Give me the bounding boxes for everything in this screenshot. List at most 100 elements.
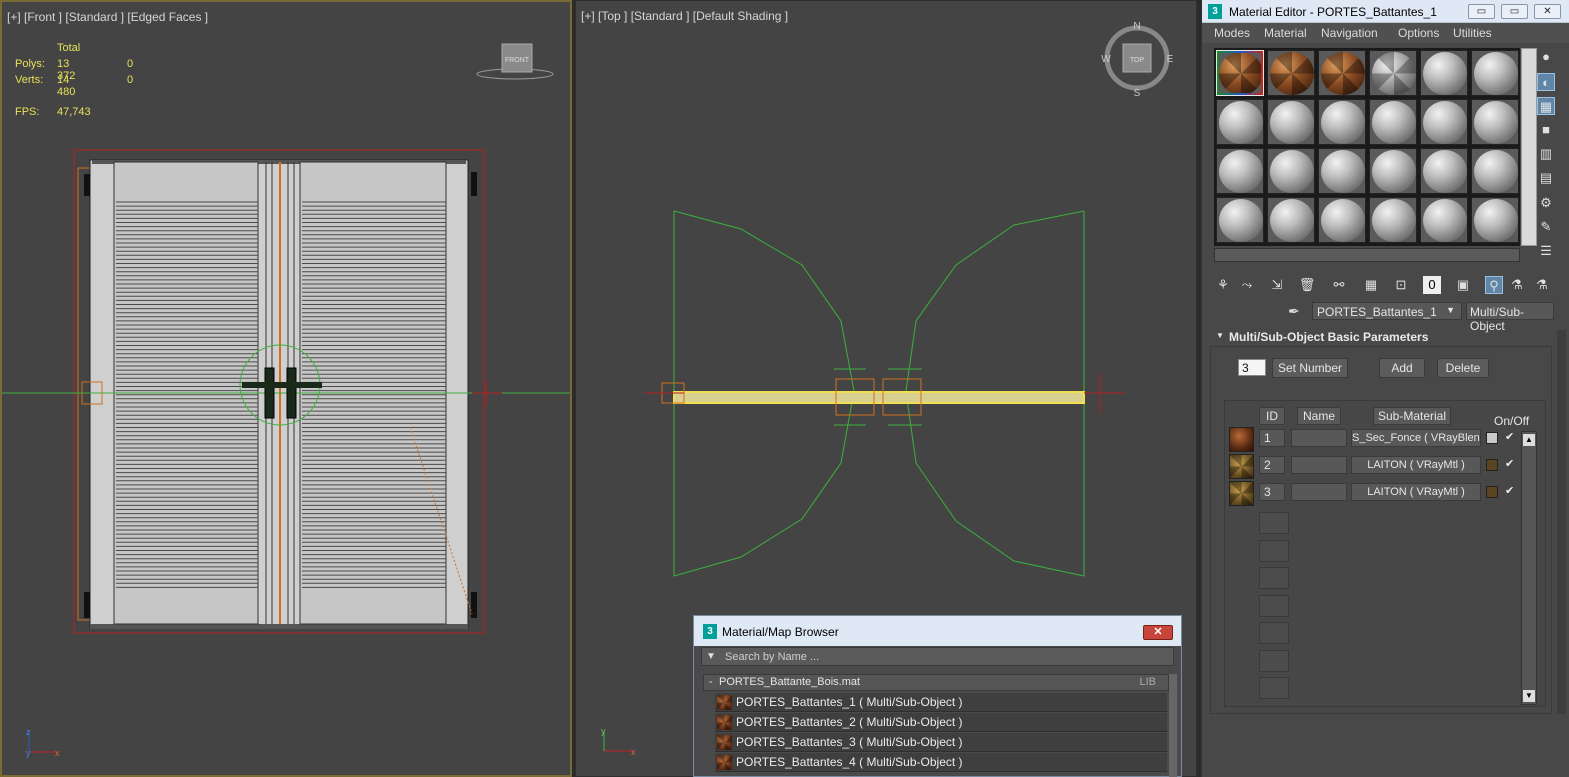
- make-unique-icon[interactable]: ⚯: [1330, 276, 1348, 294]
- library-group-header[interactable]: - PORTES_Battante_Bois.mat LIB: [703, 674, 1169, 691]
- sub-material-name-field[interactable]: [1291, 429, 1347, 447]
- material-slot[interactable]: [1471, 50, 1519, 96]
- assign-to-selection-icon[interactable]: ⇲: [1268, 276, 1286, 294]
- sub-material-enable-checkbox[interactable]: ✔: [1505, 458, 1517, 470]
- background-icon[interactable]: ▦: [1537, 97, 1555, 115]
- sub-material-enable-checkbox[interactable]: ✔: [1505, 431, 1517, 443]
- go-forward-sibling-icon[interactable]: ⚗: [1533, 276, 1551, 294]
- sample-type-icon[interactable]: ●: [1537, 48, 1555, 66]
- sub-material-swatch[interactable]: [1229, 454, 1254, 479]
- material-slot[interactable]: [1369, 99, 1417, 145]
- reset-map-icon[interactable]: 🗑: [1298, 276, 1316, 294]
- sort-by-id-button[interactable]: ID: [1259, 407, 1285, 425]
- add-button[interactable]: Add: [1379, 358, 1425, 378]
- menu-options[interactable]: Options: [1398, 26, 1439, 40]
- editor-scrollbar[interactable]: [1557, 330, 1566, 714]
- library-material-item[interactable]: PORTES_Battantes_1 ( Multi/Sub-Object ): [715, 693, 1167, 712]
- material-slot[interactable]: [1267, 197, 1315, 243]
- search-options-icon[interactable]: ▼: [706, 651, 716, 662]
- show-end-result-icon[interactable]: ⚲: [1485, 276, 1503, 294]
- minimize-button[interactable]: ▭: [1468, 4, 1495, 19]
- material-name-field[interactable]: PORTES_Battantes_1 ▼: [1312, 302, 1462, 320]
- browser-scrollbar[interactable]: [1169, 674, 1177, 777]
- menu-modes[interactable]: Modes: [1214, 26, 1250, 40]
- sub-material-enable-checkbox[interactable]: ✔: [1505, 485, 1517, 497]
- select-by-material-icon[interactable]: ✎: [1537, 218, 1555, 236]
- material-editor-titlebar[interactable]: 3 Material Editor - PORTES_Battantes_1 ▭…: [1202, 0, 1569, 23]
- material-slot[interactable]: [1267, 50, 1315, 96]
- viewport-top-label[interactable]: [+] [Top ] [Standard ] [Default Shading …: [581, 9, 788, 23]
- material-slot[interactable]: [1318, 197, 1366, 243]
- uv-tiling-icon[interactable]: ■: [1537, 121, 1555, 139]
- get-material-icon[interactable]: ⚘: [1214, 276, 1232, 294]
- viewport-front[interactable]: FRONT z y x [+] [Front ] [Standard ] [Ed…: [0, 0, 572, 777]
- menu-utilities[interactable]: Utilities: [1453, 26, 1492, 40]
- put-to-scene-icon[interactable]: ⤳: [1238, 276, 1256, 294]
- browser-titlebar[interactable]: 3 Material/Map Browser ✕: [694, 616, 1181, 646]
- chevron-down-icon[interactable]: ▼: [1446, 305, 1455, 315]
- sub-material-swatch[interactable]: [1229, 427, 1254, 452]
- menu-material[interactable]: Material: [1264, 26, 1307, 40]
- rollout-header[interactable]: ▼ Multi/Sub-Object Basic Parameters: [1210, 328, 1552, 346]
- scroll-up-icon[interactable]: ▲: [1523, 434, 1535, 446]
- material-slot[interactable]: [1420, 197, 1468, 243]
- library-material-item[interactable]: PORTES_Battantes_4 ( Multi/Sub-Object ): [715, 753, 1167, 772]
- sub-material-color-swatch[interactable]: [1486, 486, 1498, 498]
- options-icon[interactable]: ⚙: [1537, 194, 1555, 212]
- material-slot[interactable]: [1216, 197, 1264, 243]
- make-preview-icon[interactable]: ▤: [1537, 169, 1555, 187]
- video-color-check-icon[interactable]: ▥: [1537, 145, 1555, 163]
- material-slot[interactable]: [1471, 148, 1519, 194]
- eyedropper-icon[interactable]: ✒: [1288, 303, 1300, 320]
- delete-button[interactable]: Delete: [1437, 358, 1489, 378]
- material-slot[interactable]: [1216, 99, 1264, 145]
- material-slot[interactable]: [1369, 197, 1417, 243]
- sort-by-submaterial-button[interactable]: Sub-Material: [1373, 407, 1451, 425]
- material-navigator-icon[interactable]: ☰: [1537, 242, 1555, 260]
- material-type-button[interactable]: Multi/Sub-Object: [1466, 302, 1554, 333]
- put-to-library-icon[interactable]: ▦: [1362, 276, 1380, 294]
- sub-material-button[interactable]: LAITON ( VRayMtl ): [1351, 456, 1481, 474]
- library-material-item[interactable]: PORTES_Battantes_2 ( Multi/Sub-Object ): [715, 713, 1167, 732]
- sub-material-color-swatch[interactable]: [1486, 459, 1498, 471]
- sort-by-name-button[interactable]: Name: [1297, 407, 1341, 425]
- menu-navigation[interactable]: Navigation: [1321, 26, 1378, 40]
- material-slot[interactable]: [1216, 148, 1264, 194]
- viewport-front-label[interactable]: [+] [Front ] [Standard ] [Edged Faces ]: [7, 10, 208, 24]
- set-number-button[interactable]: Set Number: [1272, 358, 1348, 378]
- scroll-down-icon[interactable]: ▼: [1523, 690, 1535, 702]
- material-slot[interactable]: [1420, 148, 1468, 194]
- material-slot[interactable]: [1318, 50, 1366, 96]
- material-slot[interactable]: [1369, 50, 1417, 96]
- sub-material-button[interactable]: S_Sec_Fonce ( VRayBlendM: [1351, 429, 1481, 447]
- material-slot[interactable]: [1471, 99, 1519, 145]
- sub-material-name-field[interactable]: [1291, 483, 1347, 501]
- material-slot[interactable]: [1216, 50, 1264, 96]
- browser-search-field[interactable]: ▼ Search by Name ...: [701, 647, 1174, 666]
- maximize-button[interactable]: ▭: [1501, 4, 1528, 19]
- material-slot[interactable]: [1471, 197, 1519, 243]
- set-number-input[interactable]: 3: [1238, 359, 1266, 376]
- library-collapse-icon[interactable]: -: [709, 676, 713, 688]
- go-to-parent-icon[interactable]: ⚗: [1508, 276, 1526, 294]
- slots-scrollbar[interactable]: [1521, 48, 1537, 246]
- material-id-channel-icon[interactable]: ⊡: [1392, 276, 1410, 294]
- backlight-icon[interactable]: ◐: [1537, 73, 1555, 91]
- material-slot[interactable]: [1267, 99, 1315, 145]
- sub-material-scrollbar[interactable]: ▲ ▼: [1521, 431, 1537, 705]
- material-slot[interactable]: [1318, 99, 1366, 145]
- slots-h-scrollbar[interactable]: [1214, 248, 1520, 262]
- sub-material-name-field[interactable]: [1291, 456, 1347, 474]
- material-slot[interactable]: [1420, 50, 1468, 96]
- browser-close-button[interactable]: ✕: [1143, 625, 1173, 640]
- material-slot[interactable]: [1420, 99, 1468, 145]
- library-material-item[interactable]: PORTES_Battantes_3 ( Multi/Sub-Object ): [715, 733, 1167, 752]
- id-zero-icon[interactable]: 0: [1423, 276, 1441, 294]
- material-slot[interactable]: [1369, 148, 1417, 194]
- close-button[interactable]: ✕: [1534, 4, 1561, 19]
- show-shaded-icon[interactable]: ▣: [1454, 276, 1472, 294]
- sub-material-swatch[interactable]: [1229, 481, 1254, 506]
- material-slot[interactable]: [1267, 148, 1315, 194]
- sub-material-button[interactable]: LAITON ( VRayMtl ): [1351, 483, 1481, 501]
- material-slot[interactable]: [1318, 148, 1366, 194]
